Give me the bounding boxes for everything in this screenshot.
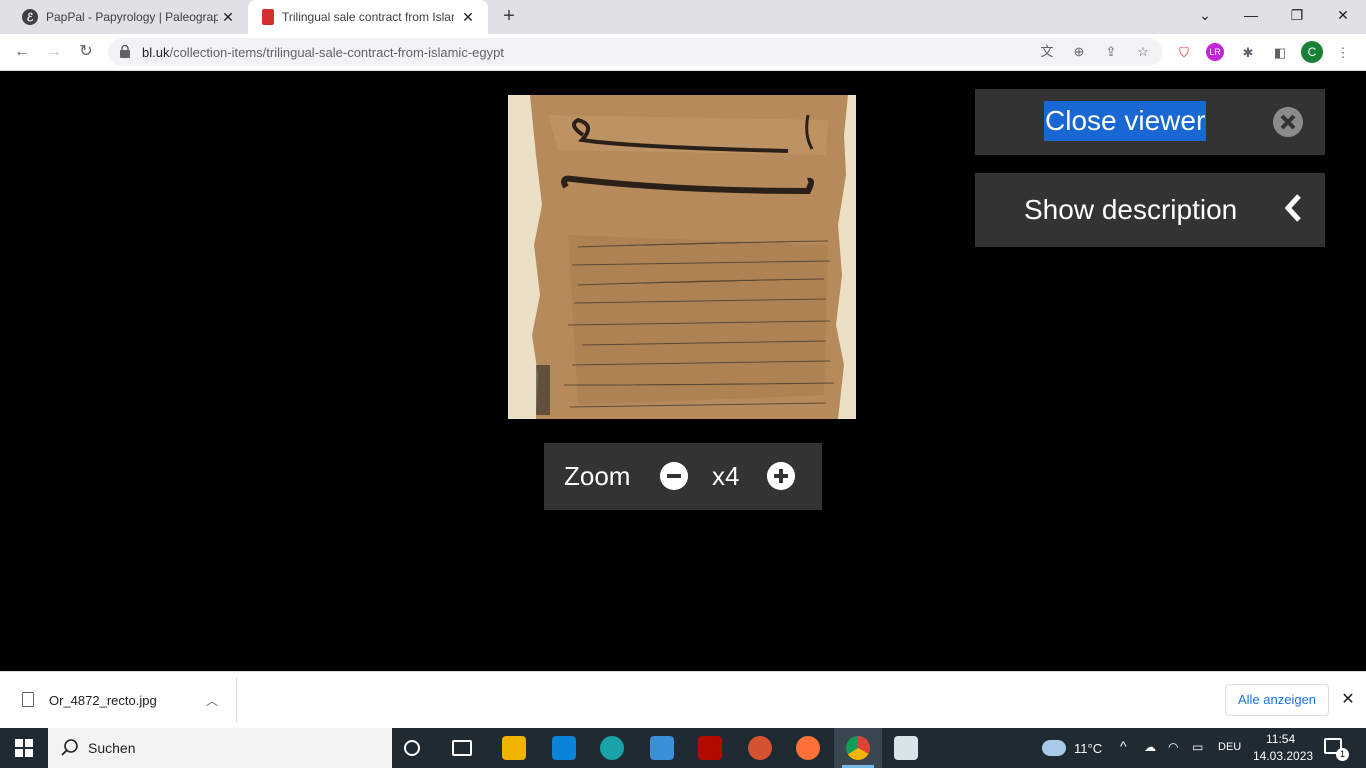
- pappal-favicon-icon: ℰ: [22, 9, 38, 25]
- tab-search-icon[interactable]: ⌄: [1182, 0, 1228, 32]
- tab-close-icon[interactable]: ✕: [220, 9, 236, 25]
- file-icon: [22, 692, 34, 707]
- reload-button[interactable]: ↻: [74, 40, 98, 64]
- chrome-icon[interactable]: [846, 736, 870, 760]
- extensions-puzzle-icon[interactable]: ✱: [1238, 43, 1258, 63]
- news-app-icon[interactable]: [894, 736, 918, 760]
- new-tab-button[interactable]: +: [498, 6, 520, 28]
- zoom-out-icon[interactable]: [660, 462, 688, 490]
- clock-time[interactable]: 11:54: [1266, 732, 1295, 746]
- lock-icon[interactable]: [120, 45, 130, 58]
- windows-start-icon[interactable]: [15, 739, 33, 757]
- tab-trilingual[interactable]: Trilingual sale contract from Islan ✕: [248, 0, 488, 34]
- file-explorer-icon[interactable]: [502, 736, 526, 760]
- restore-button[interactable]: ❐: [1274, 0, 1320, 32]
- search-label: Suchen: [88, 740, 136, 756]
- close-viewer-label: Close viewer: [1044, 101, 1207, 141]
- bl-favicon-icon: [262, 9, 274, 25]
- temperature[interactable]: 11°C: [1074, 741, 1102, 756]
- taskbar-search[interactable]: Suchen: [48, 728, 392, 768]
- tab-strip: ℰ PapPal - Papyrology | Paleograph ✕ Tri…: [0, 0, 1366, 34]
- clock-date[interactable]: 14.03.2023: [1253, 749, 1313, 763]
- task-view-icon[interactable]: [452, 740, 472, 756]
- papyrus-image[interactable]: [508, 95, 856, 419]
- zoom-in-icon[interactable]: [767, 462, 795, 490]
- tab-title: PapPal - Papyrology | Paleograph: [46, 10, 218, 24]
- chevron-left-icon: [1284, 194, 1301, 222]
- show-description-button[interactable]: Show description: [975, 173, 1325, 247]
- battery-icon[interactable]: ▭: [1192, 740, 1203, 754]
- zoom-icon[interactable]: ⊕: [1070, 44, 1088, 60]
- taskbar: Suchen 11°C ^ ☁ ◠ ▭ DEU 11:54 14.03.2023…: [0, 728, 1366, 768]
- zoom-level: x4: [712, 461, 740, 491]
- close-window-button[interactable]: ✕: [1320, 0, 1366, 32]
- close-circle-icon: [1273, 107, 1303, 137]
- cortana-icon[interactable]: [404, 740, 420, 756]
- side-panel-icon[interactable]: ◧: [1270, 43, 1290, 63]
- profile-avatar[interactable]: C: [1301, 41, 1323, 63]
- translate-icon[interactable]: 文: [1038, 44, 1056, 60]
- search-icon: [61, 739, 78, 756]
- minimize-button[interactable]: —: [1228, 0, 1274, 32]
- tab-pappal[interactable]: ℰ PapPal - Papyrology | Paleograph ✕: [8, 0, 248, 34]
- edge-icon[interactable]: [600, 736, 624, 760]
- tab-close-icon[interactable]: ✕: [460, 9, 476, 25]
- browser-toolbar: ← → ↻ bl.uk/collection-items/trilingual-…: [0, 34, 1366, 71]
- store-icon[interactable]: [552, 736, 576, 760]
- download-filename[interactable]: Or_4872_recto.jpg: [49, 693, 157, 708]
- download-bar: Or_4872_recto.jpg ︿ Alle anzeigen ✕: [0, 671, 1366, 728]
- divider: [236, 678, 237, 722]
- close-download-bar-icon[interactable]: ✕: [1338, 690, 1358, 710]
- image-viewer: Zoom x4 Close viewer Show description: [0, 71, 1366, 671]
- chevron-up-icon[interactable]: ︿: [204, 692, 220, 708]
- extension-lr-icon[interactable]: LR: [1206, 43, 1224, 61]
- zoom-label: Zoom: [564, 461, 631, 491]
- acrobat-icon[interactable]: [698, 736, 722, 760]
- onedrive-icon[interactable]: ☁: [1144, 740, 1156, 754]
- firefox-icon[interactable]: [796, 736, 820, 760]
- language-indicator[interactable]: DEU: [1218, 741, 1241, 753]
- powerpoint-icon[interactable]: [748, 736, 772, 760]
- menu-icon[interactable]: ⋮: [1333, 43, 1353, 63]
- tray-chevron-up-icon[interactable]: ^: [1120, 738, 1127, 754]
- share-icon[interactable]: ⇪: [1102, 44, 1120, 60]
- back-button[interactable]: ←: [10, 40, 34, 64]
- url-host: bl.uk: [142, 44, 170, 60]
- weather-icon[interactable]: [1042, 740, 1066, 756]
- extension-shield-icon[interactable]: ⛉: [1174, 43, 1194, 63]
- show-all-downloads-button[interactable]: Alle anzeigen: [1225, 684, 1329, 716]
- tab-title: Trilingual sale contract from Islan: [282, 10, 454, 24]
- zoom-control: Zoom x4: [544, 443, 822, 510]
- notification-count: 1: [1336, 748, 1349, 761]
- bookmark-star-icon[interactable]: ☆: [1134, 44, 1152, 60]
- address-bar[interactable]: bl.uk/collection-items/trilingual-sale-c…: [108, 38, 1162, 66]
- show-description-label: Show description: [1024, 194, 1238, 225]
- forward-button[interactable]: →: [42, 40, 66, 64]
- close-viewer-button[interactable]: Close viewer: [975, 89, 1325, 155]
- wifi-icon[interactable]: ◠: [1168, 740, 1178, 754]
- mail-icon[interactable]: [650, 736, 674, 760]
- url-path: /collection-items/trilingual-sale-contra…: [169, 44, 504, 60]
